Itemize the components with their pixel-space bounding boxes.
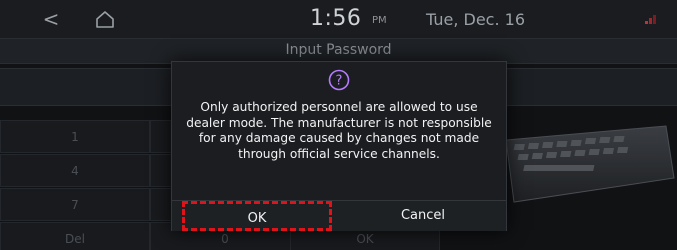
key-label: 1: [71, 130, 79, 144]
ok-button[interactable]: OK: [182, 201, 332, 231]
svg-text:?: ?: [336, 74, 343, 89]
home-icon: [96, 11, 114, 28]
question-icon: ?: [328, 69, 350, 91]
page-title: Input Password: [285, 42, 392, 58]
keypad-key-1[interactable]: 1: [0, 120, 150, 153]
key-label: Del: [65, 232, 85, 246]
key-label: 4: [71, 164, 79, 178]
head-unit-screen: < 1:56 PM Tue, Dec. 16 Input Password 1 …: [0, 0, 677, 250]
back-button[interactable]: <: [36, 5, 66, 33]
key-label: OK: [356, 232, 374, 246]
back-icon: <: [42, 7, 60, 31]
cancel-button[interactable]: Cancel: [340, 201, 506, 231]
keyboard-illustration: [505, 125, 675, 203]
dialog-message: Only authorized personnel are allowed to…: [186, 100, 492, 161]
keypad-key-4[interactable]: 4: [0, 154, 150, 187]
home-button[interactable]: [92, 7, 118, 31]
clock-ampm: PM: [372, 15, 387, 26]
dialog-actions: OK Cancel: [172, 200, 506, 231]
clock-date: Tue, Dec. 16: [426, 10, 525, 29]
key-label: 0: [221, 232, 229, 246]
signal-status-icon: [645, 15, 656, 24]
status-bar: < 1:56 PM Tue, Dec. 16: [0, 0, 677, 39]
key-label: 7: [71, 198, 79, 212]
keypad-key-7[interactable]: 7: [0, 188, 150, 221]
keypad-key-del[interactable]: Del: [0, 222, 150, 250]
clock-time: 1:56: [310, 6, 362, 31]
dealer-mode-dialog: ? Only authorized personnel are allowed …: [171, 61, 507, 231]
